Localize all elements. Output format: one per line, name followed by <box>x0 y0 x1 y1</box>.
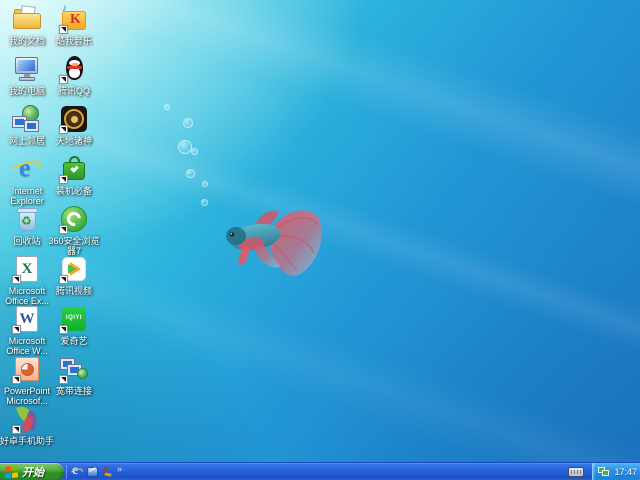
shortcut-arrow-overlay <box>59 225 68 234</box>
desktop-wallpaper: 我的文档 我的电脑 网上邻居 e Internet Explorer ♻ 回收站… <box>0 0 640 462</box>
qq-penguin-icon <box>59 54 89 84</box>
desktop-icon-tencent-video[interactable]: 腾讯视频 <box>43 254 105 296</box>
taskbar-clock[interactable]: 17:47 <box>614 467 637 477</box>
icon-label: 酷我音乐 <box>55 36 92 46</box>
quick-launch-show-desktop-icon[interactable] <box>86 465 100 479</box>
betta-fish-image <box>221 197 325 283</box>
icon-label: 好卓手机助手 <box>0 436 54 446</box>
desktop-icon-iqiyi[interactable]: iQIYI 爱奇艺 <box>43 304 105 346</box>
shortcut-arrow-overlay <box>59 375 68 384</box>
shortcut-arrow-overlay <box>59 75 68 84</box>
system-tray: 17:47 <box>592 463 640 480</box>
shortcut-arrow-overlay <box>12 425 21 434</box>
bubble <box>191 148 198 155</box>
tencent-video-icon <box>59 254 89 284</box>
kuwo-music-icon: K ♪ <box>59 3 89 34</box>
start-button-label: 开始 <box>22 467 44 479</box>
bubble <box>183 118 193 128</box>
desktop-icon-kuwo-music[interactable]: K ♪ 酷我音乐 <box>43 3 105 46</box>
internet-explorer-icon: e <box>9 153 44 184</box>
my-computer-icon <box>12 54 42 84</box>
network-places-icon <box>12 104 42 134</box>
icon-label: 装机必备 <box>55 186 92 196</box>
desktop-icon-broadband-connection[interactable]: 宽带连接 <box>43 354 105 396</box>
quick-launch-divider <box>66 465 67 479</box>
desktop-icon-haozhuo-assistant[interactable]: 好卓手机助手 <box>0 403 58 446</box>
my-documents-icon <box>12 4 42 34</box>
icon-label: 腾讯视频 <box>55 286 92 296</box>
start-button[interactable]: 开始 <box>0 463 64 480</box>
desktop-icon-game-tiandizhushen[interactable]: 天地诸神 <box>43 104 105 146</box>
iqiyi-icon: iQIYI <box>59 304 89 334</box>
recycle-bin-icon: ♻ <box>12 204 42 234</box>
powerpoint-icon <box>12 354 42 384</box>
quick-launch-app-icon[interactable] <box>101 465 115 479</box>
quick-launch-ie-icon[interactable]: e <box>69 463 84 479</box>
icon-label: 腾讯QQ <box>57 86 90 96</box>
shortcut-arrow-overlay <box>59 175 68 184</box>
quick-launch-chevron[interactable]: » <box>117 464 122 474</box>
desktop-icon-360-browser[interactable]: 360安全浏览 器7 <box>43 204 105 256</box>
broadband-connection-icon <box>59 354 89 384</box>
word-icon: W <box>12 304 42 334</box>
icon-label: 爱奇艺 <box>60 336 88 346</box>
network-tray-icon[interactable] <box>598 467 610 477</box>
light-ray <box>65 0 640 277</box>
shortcut-arrow-overlay <box>59 25 68 34</box>
icon-label: 360安全浏览 器7 <box>48 236 100 256</box>
icon-label: 宽带连接 <box>55 386 92 396</box>
desktop-icon-zhuangji-bibei[interactable]: 装机必备 <box>43 154 105 196</box>
bubble <box>164 104 170 110</box>
game-medallion-icon <box>59 104 89 134</box>
taskbar: 开始 e » 17:47 <box>0 462 640 480</box>
shortcut-arrow-overlay <box>59 125 68 134</box>
bubble <box>186 169 195 178</box>
shortcut-arrow-overlay <box>59 325 68 334</box>
shortcut-arrow-overlay <box>59 275 68 284</box>
shortcut-arrow-overlay <box>12 375 21 384</box>
bubble <box>178 140 192 154</box>
green-bag-icon <box>59 154 89 184</box>
icon-label: 天地诸神 <box>55 136 92 146</box>
360-browser-icon <box>59 204 89 234</box>
excel-icon: X <box>12 254 42 284</box>
shortcut-arrow-overlay <box>12 325 21 334</box>
shortcut-arrow-overlay <box>12 275 21 284</box>
haozhuo-assistant-icon <box>12 403 42 434</box>
input-method-keyboard-icon[interactable] <box>568 467 584 477</box>
bubble <box>202 181 208 187</box>
bubble <box>201 199 208 206</box>
desktop-icon-tencent-qq[interactable]: 腾讯QQ <box>43 54 105 96</box>
windows-flag-icon <box>5 465 18 479</box>
